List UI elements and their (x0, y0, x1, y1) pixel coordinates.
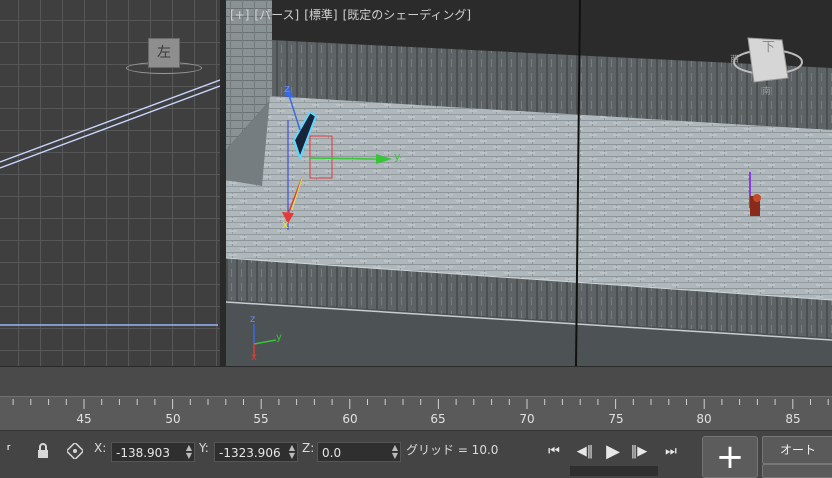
y-coord-field[interactable]: -1323.906 ▲ ▼ (214, 442, 298, 462)
compass-south-label[interactable]: 南 (762, 84, 771, 97)
grid-size-label: グリッド = 10.0 (406, 443, 499, 457)
auto-key-button[interactable]: オート (762, 436, 832, 464)
absolute-mode-icon[interactable] (65, 441, 85, 461)
timeline-tick-55: 55 (253, 412, 269, 426)
world-axis-y-label: y (276, 332, 282, 343)
z-coord-field[interactable]: 0.0 ▲ ▼ (317, 442, 401, 462)
timeline-tick-45: 45 (76, 412, 92, 426)
timeline-tick-65: 65 (430, 412, 446, 426)
viewport-menu-point-of-view[interactable]: [パース] (254, 8, 299, 22)
y-coord-label: Y: (199, 441, 209, 455)
x-coord-label: X: (94, 441, 107, 455)
viewport-menu-general[interactable]: [+] (230, 8, 249, 22)
z-coord-value: 0.0 (322, 446, 342, 460)
perspective-viewport[interactable]: [+] [パース] [標準] [既定のシェーディング] z y x z y x 下 西… (226, 0, 832, 366)
set-key-mode-button[interactable] (762, 464, 832, 478)
y-coord-value: -1323.906 (219, 446, 281, 460)
lock-icon[interactable] (34, 443, 52, 461)
next-frame-icon[interactable]: ‖▶ (628, 442, 650, 462)
viewcube-face-label[interactable]: 下 (762, 36, 775, 55)
viewport-menu-shading[interactable]: [既定のシェーディング] (343, 8, 472, 22)
timeline-tick-70: 70 (519, 412, 535, 426)
viewport-menu-standard[interactable]: [標準] (304, 8, 337, 22)
timeline-tick-85: 85 (785, 412, 801, 426)
timeline-tick-50: 50 (165, 412, 181, 426)
play-icon[interactable]: ▶ (602, 442, 624, 462)
world-axis-x-label: x (251, 352, 257, 363)
go-to-end-icon[interactable]: ⏭ (660, 442, 682, 462)
viewport-label[interactable]: [+] [パース] [標準] [既定のシェーディング] (230, 6, 476, 23)
scene-render (226, 0, 832, 366)
go-to-start-icon[interactable]: ⏮ (543, 442, 565, 462)
set-key-button[interactable]: + (702, 436, 758, 478)
previous-frame-icon[interactable]: ◀‖ (574, 442, 596, 462)
timeline-tick-80: 80 (696, 412, 712, 426)
timeline-tick-60: 60 (342, 412, 358, 426)
gizmo-z-label: z (284, 82, 290, 95)
trackbar[interactable] (0, 366, 832, 397)
gizmo-x-label: x (282, 218, 289, 231)
z-coord-label: Z: (302, 441, 315, 455)
x-coord-spinner-icon[interactable]: ▲ ▼ (186, 444, 192, 460)
left-viewport-lines (0, 79, 220, 326)
viewcube-left[interactable]: 左 (148, 38, 180, 68)
gizmo-y-label: y (394, 150, 401, 163)
x-coord-value: -138.903 (116, 446, 170, 460)
compass-west-label[interactable]: 西 (730, 52, 739, 65)
current-frame-field[interactable] (570, 466, 658, 476)
x-coord-field[interactable]: -138.903 ▲ ▼ (111, 442, 195, 462)
y-coord-spinner-icon[interactable]: ▲ ▼ (289, 444, 295, 460)
selection-lock-bracket-icon[interactable]: ⸢ (0, 443, 18, 461)
left-viewport[interactable]: 左 (0, 0, 220, 366)
timeline[interactable]: 45 50 55 60 65 70 75 80 85 (0, 396, 832, 431)
world-axis-z-label: z (250, 314, 256, 325)
timeline-tick-75: 75 (608, 412, 624, 426)
z-coord-spinner-icon[interactable]: ▲ ▼ (392, 444, 398, 460)
